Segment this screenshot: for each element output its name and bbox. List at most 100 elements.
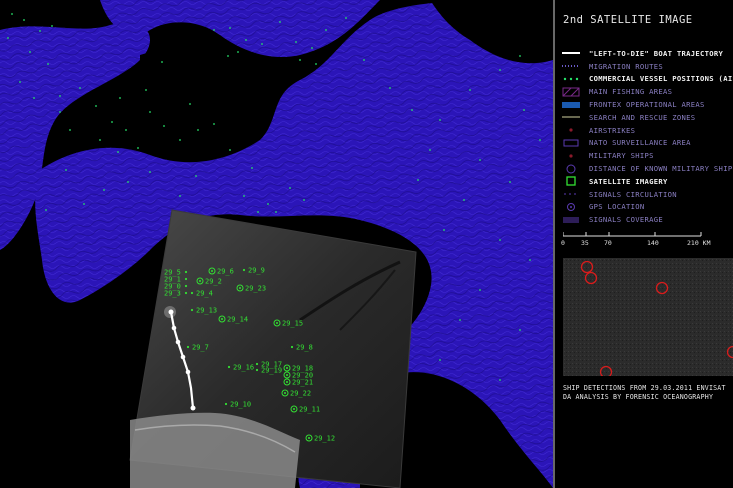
legend-item-8[interactable]: MILITARY SHIPS (561, 149, 733, 162)
detection-label: 29_7 (192, 344, 209, 352)
detection-center (293, 408, 295, 410)
legend-item-label: MAIN FISHING AREAS (589, 87, 673, 97)
detection-label: 29_12 (314, 435, 335, 443)
lines-purple-icon (561, 215, 581, 225)
vessel-position-dot (79, 87, 81, 89)
detection-label: 29_14 (227, 316, 248, 324)
legend-item-label: SIGNALS CIRCULATION (589, 189, 677, 199)
detection-label: 29_16 (233, 364, 254, 372)
dots-green-icon (561, 74, 581, 84)
vessel-position-dot (509, 181, 511, 183)
vessel-position-dot (7, 37, 9, 39)
vessel-position-dot (103, 189, 105, 191)
vessel-position-dot (99, 139, 101, 141)
legend-item-label: MILITARY SHIPS (589, 151, 654, 161)
detection-center (276, 322, 278, 324)
legend-item-9[interactable]: DISTANCE OF KNOWN MILITARY SHIPS (561, 162, 733, 175)
detection-label: 29_22 (290, 390, 311, 398)
vessel-position-dot (111, 121, 113, 123)
vessel-position-dot (411, 109, 413, 111)
legend-item-0[interactable]: "LEFT-TO-DIE" BOAT TRAJECTORY (561, 47, 733, 60)
detection-label: 29_23 (245, 285, 266, 293)
legend-item-1[interactable]: MIGRATION ROUTES (561, 60, 733, 73)
legend-item-label: AIRSTRIKES (589, 125, 636, 135)
vessel-position-dot (345, 17, 347, 19)
legend-item-label: MIGRATION ROUTES (589, 61, 664, 71)
legend-item-12[interactable]: GPS LOCATION (561, 201, 733, 214)
vessel-position-dot (161, 61, 163, 63)
scale-bar: 0 35 70 140 210 KM (561, 228, 723, 254)
vessel-position-dot (179, 195, 181, 197)
vessel-position-dot (137, 147, 139, 149)
detection-center (308, 437, 310, 439)
legend-item-13[interactable]: SIGNALS COVERAGE (561, 213, 733, 226)
vessel-position-dot (83, 203, 85, 205)
vessel-position-dot (289, 187, 291, 189)
detection-label: 29_6 (217, 268, 234, 276)
vessel-position-dot (65, 169, 67, 171)
detection-dot (184, 291, 188, 295)
vessel-position-dot (69, 129, 71, 131)
legend-item-6[interactable]: AIRSTRIKES (561, 124, 733, 137)
detection-dot (255, 362, 259, 366)
legend-item-5[interactable]: SEARCH AND RESCUE ZONES (561, 111, 733, 124)
ship-detection-inset[interactable] (563, 258, 733, 376)
satellite-image[interactable] (129, 209, 417, 488)
vessel-position-dot (267, 203, 269, 205)
vessel-position-dot (23, 19, 25, 21)
legend-panel: 2nd SATELLITE IMAGE "LEFT-TO-DIE" BOAT T… (555, 0, 733, 488)
vessel-position-dot (439, 119, 441, 121)
legend-item-label: "LEFT-TO-DIE" BOAT TRAJECTORY (589, 48, 724, 58)
detection-dot (184, 277, 188, 281)
detection-label: 29_2 (205, 278, 222, 286)
square-green-icon (561, 176, 581, 187)
legend-item-4[interactable]: FRONTEX OPERATIONAL AREAS (561, 98, 733, 111)
legend-item-7[interactable]: NATO SURVEILLANCE AREA (561, 137, 733, 150)
detection-label: 29_9 (248, 267, 265, 275)
vessel-position-dot (251, 167, 253, 169)
vessel-position-dot (469, 89, 471, 91)
vessel-position-dot (59, 111, 61, 113)
vessel-position-dot (119, 97, 121, 99)
legend-item-label: SATELLITE IMAGERY (589, 176, 668, 186)
vessel-position-dot (499, 379, 501, 381)
detection-dot (224, 402, 228, 406)
detection-dot (227, 365, 231, 369)
detection-label: 29_8 (296, 344, 313, 352)
hatch-purple-icon (561, 87, 581, 97)
detection-center (286, 374, 288, 376)
vessel-position-dot (463, 199, 465, 201)
legend-item-10[interactable]: SATELLITE IMAGERY (561, 175, 733, 188)
detection-dot (184, 270, 188, 274)
vessel-position-dot (279, 21, 281, 23)
legend-item-2[interactable]: COMMERCIAL VESSEL POSITIONS (AIS D (561, 73, 733, 86)
base-map: 29_5 29_6 29_929_1 29_229_029_3 29_429_2329_… (0, 0, 553, 488)
legend-item-3[interactable]: MAIN FISHING AREAS (561, 85, 733, 98)
map-stage: 29_5 29_6 29_9 29_1 29_2 29_0 29_3 29_4 29_23 29_… (0, 0, 733, 488)
detection-dot (255, 368, 259, 372)
legend-item-11[interactable]: SIGNALS CIRCULATION (561, 188, 733, 201)
legend-item-label: FRONTEX OPERATIONAL AREAS (589, 100, 705, 110)
detection-label: 29_13 (196, 307, 217, 315)
vessel-position-dot (227, 55, 229, 57)
scale-tick-210: 210 KM (687, 239, 711, 247)
vessel-position-dot (127, 181, 129, 183)
vessel-position-dot (195, 175, 197, 177)
vessel-position-dot (229, 149, 231, 151)
detection-label: 29_10 (230, 401, 251, 409)
legend-item-label: DISTANCE OF KNOWN MILITARY SHIPS (589, 164, 733, 174)
vessel-position-dot (51, 25, 53, 27)
vessel-position-dot (529, 259, 531, 261)
scale-tick-70: 70 (604, 239, 612, 247)
detection-dot (190, 308, 194, 312)
legend-item-label: GPS LOCATION (589, 202, 645, 212)
vessel-position-dot (149, 171, 151, 173)
vessel-position-dot (303, 199, 305, 201)
vessel-position-dot (125, 129, 127, 131)
vessel-position-dot (479, 289, 481, 291)
vessel-position-dot (459, 319, 461, 321)
detection-label: 29_15 (282, 320, 303, 328)
ring-purple-icon (561, 202, 581, 212)
detection-label: 29_4 (196, 290, 213, 298)
detection-label: 29_3 (164, 290, 181, 298)
